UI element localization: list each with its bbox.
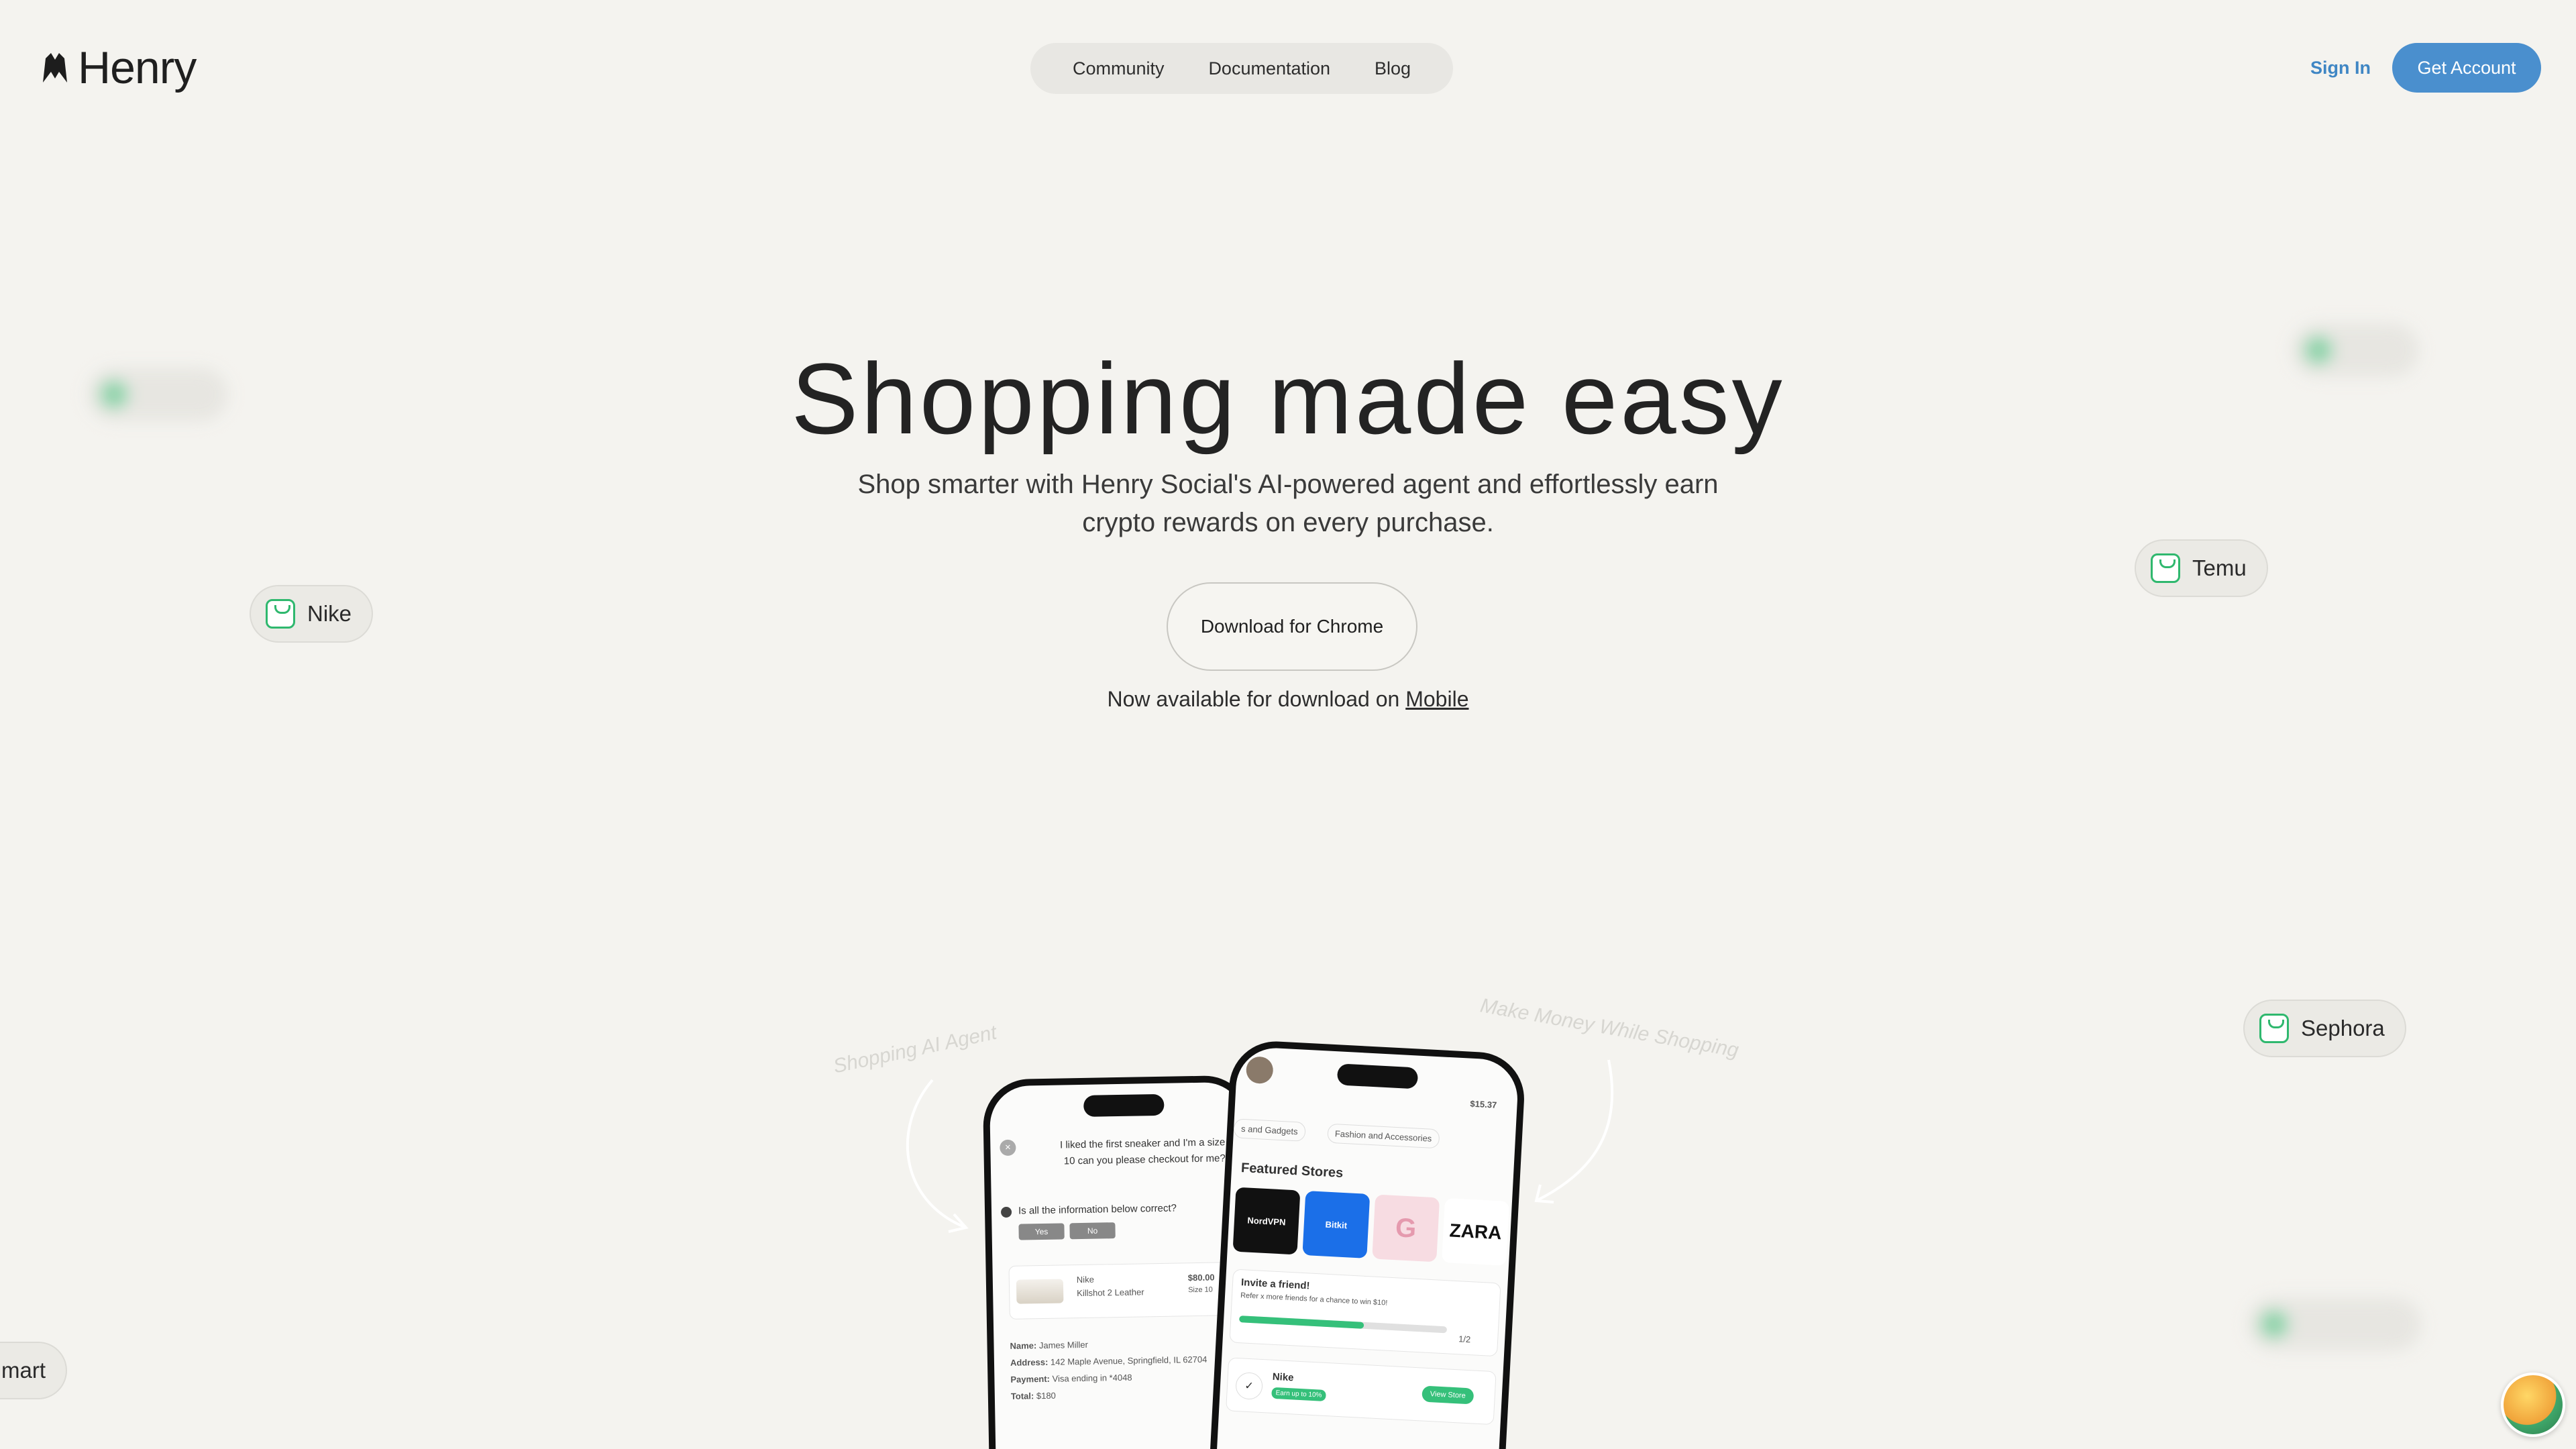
store-row-name: Nike [1272, 1371, 1294, 1384]
blurred-store-chip [2292, 323, 2419, 377]
shopping-bag-icon [2151, 553, 2180, 583]
store-chip-label: Sephora [2301, 1016, 2385, 1040]
hero-title: Shopping made easy [791, 342, 1785, 455]
invite-card[interactable]: Invite a friend! Refer x more friends fo… [1229, 1269, 1501, 1357]
brand-logo[interactable]: Henry [42, 42, 197, 94]
confirm-yes-button[interactable]: Yes [1018, 1223, 1065, 1240]
main-nav: Community Documentation Blog [1030, 43, 1453, 94]
sign-in-link[interactable]: Sign In [2310, 58, 2371, 78]
store-chip-label: Temu [2192, 555, 2247, 580]
nav-blog[interactable]: Blog [1375, 58, 1411, 79]
invite-progress-bar [1239, 1316, 1448, 1334]
mobile-availability-note: Now available for download on Mobile [0, 687, 2576, 712]
store-chip-sephora[interactable]: Sephora [2243, 1000, 2406, 1057]
address-value: 142 Maple Avenue, Springfield, IL 62704 [1050, 1354, 1208, 1367]
product-name: Killshot 2 Leather [1077, 1287, 1144, 1299]
hero-subtitle: Shop smarter with Henry Social's AI-powe… [857, 470, 1719, 537]
name-label: Name: [1010, 1340, 1037, 1351]
store-tile-zara[interactable]: ZARA [1442, 1197, 1509, 1266]
store-chip-temu[interactable]: Temu [2135, 539, 2268, 597]
category-tab[interactable]: s and Gadgets [1233, 1118, 1306, 1142]
nike-swoosh-icon: ✓ [1235, 1372, 1264, 1401]
sneaker-image [1016, 1279, 1064, 1304]
arrow-right-icon [1534, 1059, 1614, 1203]
store-tile-bitkit[interactable]: Bitkit [1302, 1191, 1371, 1258]
product-price: $80.00 [1187, 1272, 1215, 1283]
earn-badge: Earn up to 10% [1271, 1387, 1326, 1402]
close-icon[interactable]: × [1000, 1139, 1016, 1157]
featured-stores-title[interactable]: Featured Stores [1240, 1161, 1343, 1181]
category-tab[interactable]: Fashion and Accessories [1327, 1123, 1440, 1149]
agent-avatar-icon [1000, 1206, 1012, 1218]
view-store-button[interactable]: View Store [1421, 1385, 1474, 1405]
store-tile-nordvpn[interactable]: NordVPN [1232, 1187, 1301, 1255]
blurred-store-chip [2247, 1297, 2422, 1351]
invite-count: 1/2 [1458, 1334, 1471, 1345]
curve-label-left: Shopping AI Agent [831, 1021, 999, 1078]
user-avatar[interactable] [1245, 1056, 1274, 1085]
total-label: Total: [1010, 1391, 1034, 1401]
chat-message: I liked the first sneaker and I'm a size… [1059, 1136, 1226, 1167]
invite-subtitle: Refer x more friends for a chance to win… [1240, 1291, 1388, 1307]
curve-label-right: Make Money While Shopping [1479, 994, 1741, 1062]
order-summary: Name: James Miller Address: 142 Maple Av… [1010, 1337, 1239, 1401]
henry-logo-icon [43, 53, 67, 83]
store-chip-label: Nike [307, 601, 352, 626]
assistant-launcher-avatar[interactable] [2501, 1373, 2565, 1437]
confirm-no-button[interactable]: No [1069, 1222, 1116, 1240]
get-account-button[interactable]: Get Account [2392, 43, 2541, 93]
payment-value: Visa ending in *4048 [1052, 1372, 1132, 1384]
wallet-balance: $15.37 [1470, 1098, 1497, 1110]
total-value: $180 [1036, 1390, 1056, 1401]
nav-documentation[interactable]: Documentation [1208, 58, 1330, 79]
shopping-bag-icon [266, 599, 295, 629]
store-chip-label: mart [1, 1358, 46, 1383]
store-tile-pink[interactable]: G [1372, 1194, 1440, 1263]
brand-name: Henry [78, 42, 197, 93]
payment-label: Payment: [1010, 1373, 1051, 1385]
arrow-left-icon [906, 1079, 969, 1233]
name-value: James Miller [1038, 1339, 1089, 1351]
invite-progress-fill [1239, 1316, 1364, 1329]
confirm-question: Is all the information below correct? [1018, 1202, 1177, 1217]
dynamic-island [1083, 1093, 1165, 1117]
dynamic-island [1336, 1063, 1419, 1089]
mobile-link[interactable]: Mobile [1405, 687, 1468, 711]
blurred-store-chip [87, 368, 228, 421]
store-row[interactable]: ✓ Nike Earn up to 10% View Store [1226, 1357, 1497, 1426]
phone-right-mockup: $15.37 s and Gadgets Fashion and Accesso… [1208, 1038, 1527, 1449]
store-chip-walmart[interactable]: mart [0, 1342, 67, 1399]
shopping-bag-icon [2259, 1014, 2289, 1043]
address-label: Address: [1010, 1356, 1049, 1368]
product-size: Size 10 [1188, 1285, 1213, 1295]
mobile-note-prefix: Now available for download on [1107, 687, 1400, 711]
nav-community[interactable]: Community [1073, 58, 1165, 79]
download-chrome-button[interactable]: Download for Chrome [1167, 582, 1417, 671]
product-card: Nike Killshot 2 Leather $80.00 Size 10 [1008, 1261, 1238, 1320]
invite-title: Invite a friend! [1240, 1277, 1310, 1292]
page: Henry Community Documentation Blog Sign … [0, 0, 2576, 1449]
product-brand: Nike [1076, 1274, 1094, 1285]
store-chip-nike[interactable]: Nike [250, 585, 374, 643]
